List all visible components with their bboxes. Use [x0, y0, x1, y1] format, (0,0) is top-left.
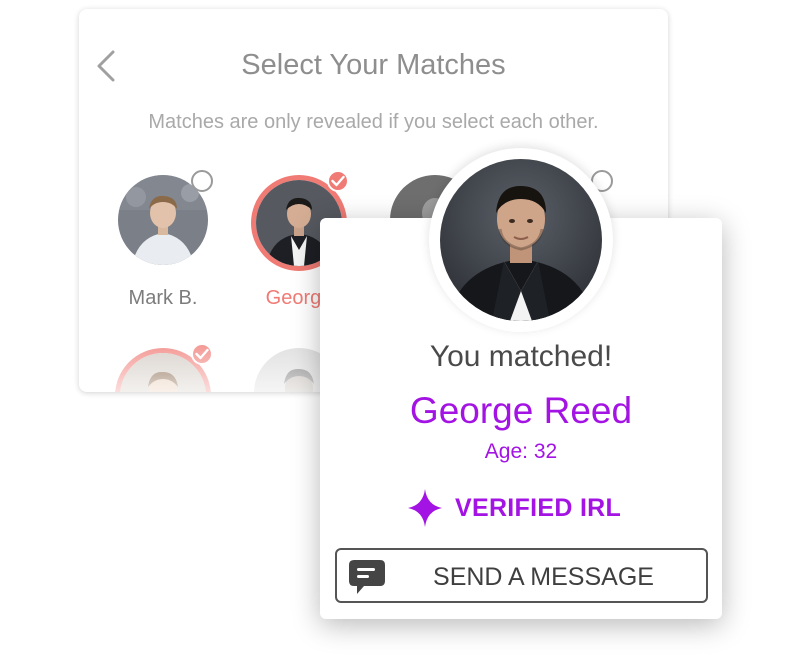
page-title: Select Your Matches: [241, 49, 506, 81]
profile-portrait: [440, 159, 602, 321]
match-item-mark[interactable]: Mark B.: [113, 170, 213, 320]
match-name: Mark B.: [128, 287, 198, 309]
select-radio-checked[interactable]: [327, 170, 349, 192]
send-message-button[interactable]: SEND A MESSAGE: [335, 548, 708, 603]
checkmark-icon: [331, 175, 345, 187]
match-person-name: George Reed: [409, 390, 633, 431]
select-radio[interactable]: [191, 170, 213, 192]
match-headline: You matched!: [429, 340, 613, 373]
profile-photo: [440, 159, 602, 321]
verified-badge: VERIFIED IRL: [407, 488, 621, 528]
verified-label: VERIFIED IRL: [455, 493, 622, 522]
page-subtitle: Matches are only revealed if you select …: [148, 111, 599, 133]
sparkle-icon: [408, 489, 442, 527]
send-message-label: SEND A MESSAGE: [433, 563, 654, 591]
match-person-age: Age: 32: [484, 440, 558, 463]
